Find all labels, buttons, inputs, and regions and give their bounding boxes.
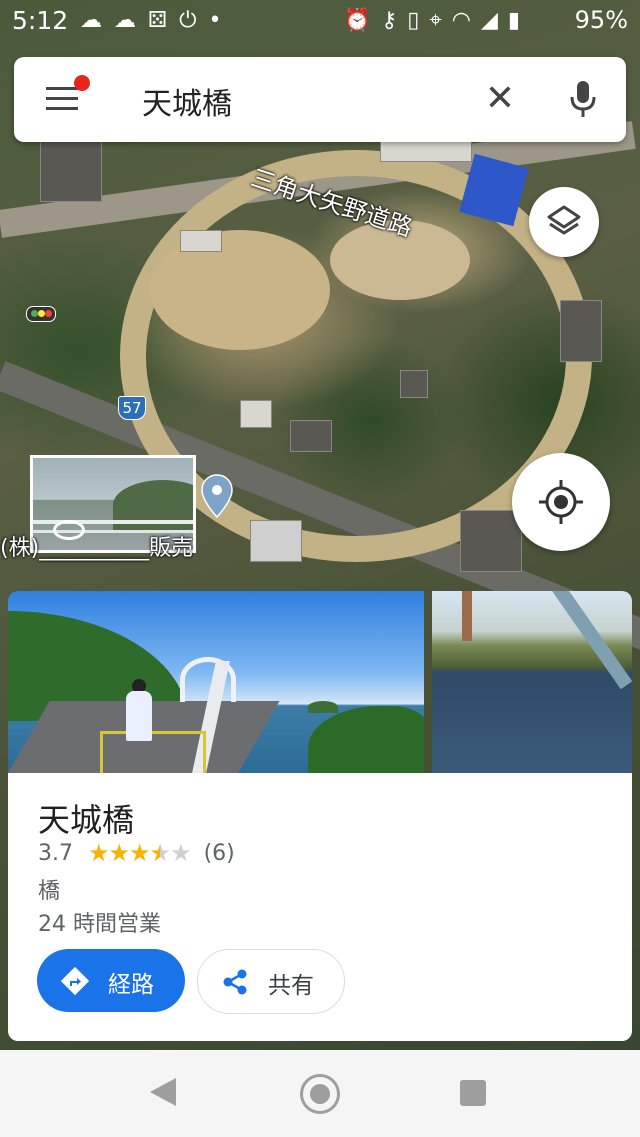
map-pin-icon[interactable] bbox=[200, 473, 234, 519]
location-icon: ⌖ bbox=[429, 8, 452, 33]
review-count[interactable]: (6) bbox=[204, 841, 235, 866]
place-photos[interactable] bbox=[8, 591, 632, 773]
route-shield: 57 bbox=[118, 396, 146, 420]
status-bar: 5:12 ☁☁⚄⏻• ⏰⚷▯⌖◠◢▮ 95% bbox=[0, 0, 640, 44]
photo-structure bbox=[552, 591, 632, 690]
vibrate-icon: ▯ bbox=[407, 8, 430, 33]
map-building bbox=[290, 420, 332, 452]
map-building bbox=[400, 370, 428, 398]
dice-icon: ⚄ bbox=[148, 8, 180, 33]
place-photo[interactable] bbox=[8, 591, 424, 773]
microphone-icon[interactable] bbox=[567, 77, 599, 121]
search-box[interactable]: 天城橋 ✕ bbox=[14, 57, 626, 142]
close-icon[interactable]: ✕ bbox=[480, 77, 520, 121]
place-category: 橋 bbox=[38, 879, 61, 904]
wifi-icon: ◠ bbox=[451, 8, 481, 33]
rating-row[interactable]: 3.7 ★★★★★ (6) bbox=[38, 839, 235, 867]
dot-icon: • bbox=[208, 8, 234, 33]
back-icon[interactable] bbox=[150, 1078, 176, 1106]
share-button[interactable]: 共有 bbox=[197, 949, 345, 1014]
home-icon[interactable] bbox=[300, 1074, 340, 1114]
star-icon: ★ bbox=[108, 839, 130, 867]
layers-icon[interactable] bbox=[529, 187, 599, 257]
power-icon: ⏻ bbox=[179, 8, 209, 33]
status-left-icons: ☁☁⚄⏻• bbox=[80, 8, 234, 33]
place-hours: 24 時間営業 bbox=[38, 912, 161, 937]
cloud-sun-icon: ☁ bbox=[80, 8, 114, 33]
alarm-icon: ⏰ bbox=[343, 8, 382, 33]
menu-line bbox=[46, 97, 78, 100]
recents-icon[interactable] bbox=[460, 1080, 486, 1106]
empty-star-icon: ★ bbox=[170, 839, 191, 867]
share-icon bbox=[223, 969, 247, 995]
my-location-icon[interactable] bbox=[512, 453, 610, 551]
map-building bbox=[250, 520, 302, 562]
place-name: 天城橋 bbox=[38, 801, 135, 839]
star-icon: ★ bbox=[88, 839, 109, 867]
place-photo[interactable] bbox=[432, 591, 632, 773]
hamburger-menu-icon[interactable] bbox=[44, 75, 90, 115]
star-icon: ★ bbox=[129, 839, 150, 867]
battery-percentage: 95% bbox=[574, 6, 628, 34]
business-label[interactable]: (株)__________販売 bbox=[0, 530, 193, 562]
key-icon: ⚷ bbox=[381, 8, 408, 33]
status-time: 5:12 bbox=[12, 6, 69, 35]
home-icon-inner bbox=[310, 1084, 330, 1104]
photo-person bbox=[126, 691, 152, 741]
directions-label: 経路 bbox=[108, 972, 154, 998]
map-building bbox=[240, 400, 272, 428]
map-building bbox=[180, 230, 222, 252]
cloud-sun-icon: ☁ bbox=[114, 8, 148, 33]
photo-railing bbox=[100, 731, 206, 773]
photo-island bbox=[308, 701, 338, 713]
menu-line bbox=[46, 107, 78, 110]
photo-structure bbox=[462, 591, 472, 641]
map-building bbox=[40, 140, 102, 202]
map-building bbox=[380, 140, 472, 162]
place-info-card[interactable]: 天城橋 3.7 ★★★★★ (6) 橋 24 時間営業 経路 共有 bbox=[8, 773, 632, 1041]
system-nav-bar bbox=[0, 1050, 640, 1137]
traffic-signal-icon bbox=[26, 306, 56, 322]
half-star-icon: ★ bbox=[149, 839, 171, 867]
status-right-icons: ⏰⚷▯⌖◠◢▮ bbox=[344, 8, 530, 33]
map-construction-area bbox=[150, 230, 330, 350]
signal-icon: ◢ bbox=[480, 8, 508, 33]
directions-icon bbox=[60, 966, 90, 996]
notification-dot bbox=[74, 75, 90, 91]
photo-hill bbox=[308, 706, 424, 773]
battery-icon: ▮ bbox=[507, 8, 530, 33]
menu-line bbox=[46, 87, 78, 90]
rating-stars: ★★★★★ bbox=[88, 839, 192, 867]
rating-value: 3.7 bbox=[38, 840, 73, 866]
share-label: 共有 bbox=[268, 973, 314, 999]
map-building bbox=[560, 300, 602, 362]
search-query[interactable]: 天城橋 bbox=[142, 79, 232, 123]
directions-button[interactable]: 経路 bbox=[37, 949, 185, 1012]
